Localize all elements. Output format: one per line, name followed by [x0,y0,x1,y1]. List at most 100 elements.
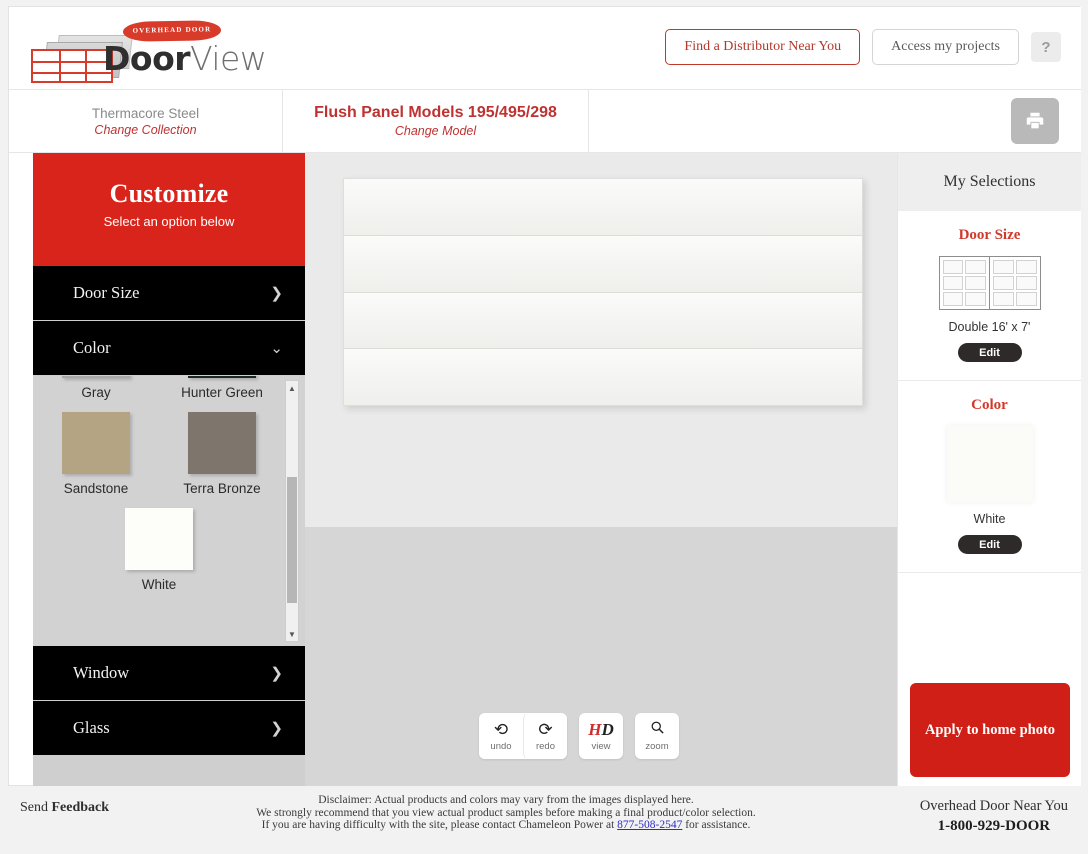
disclaimer-line-1: Disclaimer: Actual products and colors m… [318,794,694,806]
color-swatch-hunter-green[interactable]: Hunter Green [159,376,285,400]
contact-phone-number: 1-800-929-DOOR [937,818,1051,834]
access-projects-button[interactable]: Access my projects [872,29,1019,65]
sidebar-item-door-size[interactable]: Door Size ❯ [33,266,305,321]
app-root: OVERHEAD DOOR DoorView Find a Distributo… [0,0,1088,854]
disclaimer-line-3: If you are having difficulty with the si… [196,819,816,832]
undo-button[interactable]: ⟲ undo [479,713,523,759]
sidebar-item-door-size-label: Door Size [73,283,140,302]
selection-color-value: White [973,512,1006,526]
sidebar-item-glass[interactable]: Glass ❯ [33,701,305,756]
chevron-right-icon: ❯ [270,665,283,682]
scroll-down-arrow-icon[interactable]: ▼ [286,628,298,640]
logo-word-view: View [190,39,267,78]
color-chip [125,508,193,570]
selection-color-title: Color [971,397,1008,413]
color-swatch-sandstone[interactable]: Sandstone [33,412,159,496]
apply-to-home-photo-button[interactable]: Apply to home photo [910,683,1070,777]
hd-view-label: view [591,740,611,752]
color-swatch-panel: Gray Hunter Green Sandstone Terra Bronze [33,376,305,646]
disclaimer-line-3-post: for assistance. [682,819,751,832]
scroll-up-arrow-icon[interactable]: ▲ [286,382,298,394]
color-chip [188,412,256,474]
disclaimer-line-3-pre: If you are having difficulty with the si… [261,819,618,832]
door-preview-canvas[interactable]: ⟲ undo ⟳ redo HD view zoom [305,153,897,787]
overhead-door-near-you-label: Overhead Door Near You [919,798,1068,814]
edit-color-button[interactable]: Edit [957,535,1022,554]
customize-subtitle: Select an option below [103,214,235,229]
color-chip [188,376,256,378]
header-actions: Find a Distributor Near You Access my pr… [665,29,1061,65]
printer-icon [1026,112,1044,129]
collection-cell[interactable]: Thermacore Steel Change Collection [9,90,283,152]
color-swatch-terra-bronze[interactable]: Terra Bronze [159,412,285,496]
disclaimer-line-2: We strongly recommend that you view actu… [256,806,756,819]
redo-label: redo [535,740,555,752]
door-panel [344,349,862,405]
customize-header: Customize Select an option below [33,153,305,266]
support-phone-link[interactable]: 877-508-2547 [617,819,682,831]
logo-wordmark: DoorView [103,39,267,79]
my-selections-header: My Selections [898,153,1081,211]
collection-name: Thermacore Steel [91,105,200,121]
edit-door-size-button[interactable]: Edit [957,343,1022,362]
selection-door-size-title: Door Size [958,227,1021,243]
send-feedback-prefix: Send [20,800,52,815]
scrollbar-thumb[interactable] [287,477,297,603]
page-frame: OVERHEAD DOOR DoorView Find a Distributo… [8,6,1081,787]
garage-door-preview[interactable] [343,178,863,406]
customize-title: Customize [109,179,229,208]
sidebar-item-color-label: Color [73,338,111,357]
hd-icon: HD [588,719,614,739]
magnifier-icon [650,720,665,739]
color-swatch-label: Hunter Green [181,385,263,400]
chevron-down-icon: ⌄ [270,340,283,357]
print-button[interactable] [1011,98,1059,144]
selection-subbar: Thermacore Steel Change Collection Flush… [9,89,1081,153]
sidebar-item-color[interactable]: Color ⌄ [33,321,305,376]
undo-redo-group: ⟲ undo ⟳ redo [479,713,567,759]
subbar-spacer [589,90,1081,152]
redo-button[interactable]: ⟳ redo [523,713,567,759]
sidebar-item-window-label: Window [73,663,130,682]
color-swatch-list: Gray Hunter Green Sandstone Terra Bronze [33,376,285,604]
color-swatch-white[interactable]: White [33,508,285,592]
door-panel [344,179,862,236]
zoom-label: zoom [645,741,669,752]
selection-door-size-value: Double 16' x 7' [948,320,1031,334]
undo-label: undo [490,740,512,752]
change-collection-link[interactable]: Change Collection [94,123,196,137]
logo-door-front [31,49,113,83]
chevron-right-icon: ❯ [270,720,283,737]
selection-door-size: Door Size Double 16' x 7' Edit [898,211,1081,381]
sidebar-item-glass-label: Glass [73,718,110,737]
color-panel-scrollbar[interactable]: ▲ ▼ [285,380,299,642]
footer-contact: Overhead Door Near You 1-800-929-DOOR [920,798,1068,835]
color-swatch-label: Sandstone [63,481,129,496]
color-swatch-label: Gray [81,385,111,400]
door-panel [344,235,862,293]
selection-color: Color White Edit [898,381,1081,573]
hd-view-button[interactable]: HD view [579,713,623,759]
zoom-button[interactable]: zoom [635,713,679,759]
selected-color-swatch [946,426,1033,502]
sidebar-item-window[interactable]: Window ❯ [33,646,305,701]
door-size-thumbnail-icon [938,256,1041,310]
find-distributor-button[interactable]: Find a Distributor Near You [665,29,861,65]
help-button[interactable]: ? [1031,32,1061,62]
logo-word-door: Door [103,39,191,78]
undo-arrow-icon: ⟲ [493,719,509,739]
change-model-link[interactable]: Change Model [395,124,476,138]
door-panel [344,292,862,350]
my-selections-panel: My Selections Door Size Double 16' x 7' … [897,153,1081,787]
customize-sidebar: Customize Select an option below Door Si… [33,153,305,787]
send-feedback-link[interactable]: Send Feedback [20,800,109,816]
color-swatch-gray[interactable]: Gray [33,376,159,400]
chevron-right-icon: ❯ [270,285,283,302]
send-feedback-bold: Feedback [51,800,110,815]
redo-arrow-icon: ⟳ [538,719,553,739]
site-header: OVERHEAD DOOR DoorView Find a Distributo… [9,7,1081,89]
model-name: Flush Panel Models 195/495/298 [314,104,557,121]
color-swatch-label: Terra Bronze [183,481,261,496]
doorview-logo[interactable]: OVERHEAD DOOR DoorView [31,20,267,83]
model-cell[interactable]: Flush Panel Models 195/495/298 Change Mo… [283,90,589,152]
